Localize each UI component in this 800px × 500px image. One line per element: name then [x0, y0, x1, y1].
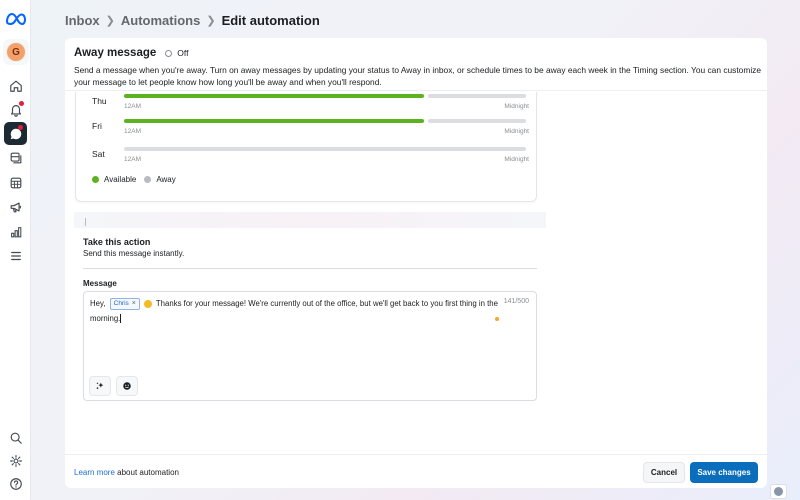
inbox-badge	[18, 125, 23, 130]
save-changes-button[interactable]: Save changes	[690, 462, 758, 483]
availability-bar	[124, 94, 526, 98]
day-label: Fri	[92, 121, 102, 131]
breadcrumb: Inbox ❯ Automations ❯ Edit automation	[65, 11, 320, 29]
sidebar-item-insights[interactable]	[4, 220, 27, 243]
message-text[interactable]: Hey, Chris × Thanks for your message! We…	[90, 297, 498, 326]
home-icon	[9, 80, 22, 92]
sidebar-item-settings[interactable]	[4, 449, 27, 472]
end-time-label: Midnight	[504, 128, 529, 135]
scroll-area[interactable]: Thu 12AM Midnight Fri 12AM Midnight Sat 12AM Mid…	[65, 92, 767, 454]
message-prefix: Hey,	[90, 299, 106, 308]
availability-bar	[124, 147, 526, 151]
cancel-button[interactable]: Cancel	[643, 462, 685, 483]
breadcrumb-current: Edit automation	[221, 12, 320, 28]
language-button[interactable]	[770, 484, 787, 499]
status-dot	[495, 317, 499, 321]
sidebar-item-all-tools[interactable]	[4, 244, 27, 267]
chip-label: Chris	[113, 299, 129, 307]
action-section: Take this action Send this message insta…	[74, 228, 546, 454]
status-label: Off	[177, 48, 189, 58]
character-count: 141/500	[503, 298, 529, 305]
available-segment	[124, 94, 424, 98]
action-title: Take this action	[83, 237, 151, 247]
automation-description: Send a message when you're away. Turn on…	[74, 65, 762, 87]
end-time-label: Midnight	[504, 156, 529, 163]
smiley-emoji-icon	[143, 299, 152, 308]
menu-icon	[10, 251, 21, 260]
text-cursor	[120, 313, 122, 323]
chip-remove-icon[interactable]: ×	[132, 297, 136, 312]
divider	[83, 268, 537, 269]
day-row-sat[interactable]: Sat 12AM Midnight	[76, 147, 538, 171]
start-time-label: 12AM	[124, 156, 141, 163]
away-segment	[427, 94, 526, 98]
available-dot-icon	[92, 176, 99, 183]
legend-label: Available	[104, 175, 137, 184]
sidebar-item-help[interactable]	[4, 472, 27, 495]
search-icon	[10, 432, 22, 444]
bar-chart-icon	[10, 226, 21, 237]
section-spacer	[74, 212, 546, 228]
stacked-pages-icon	[10, 152, 21, 163]
timing-schedule: Thu 12AM Midnight Fri 12AM Midnight Sat 12AM Mid…	[75, 92, 537, 202]
sidebar-item-ads[interactable]	[4, 195, 27, 218]
radio-off-icon	[165, 49, 173, 57]
breadcrumb-automations[interactable]: Automations	[121, 13, 200, 28]
card-header: Away message Off Send a message when you…	[65, 38, 767, 91]
notification-badge	[19, 101, 24, 106]
day-row-thu[interactable]: Thu 12AM Midnight	[76, 94, 538, 118]
away-segment	[124, 147, 526, 151]
away-segment	[427, 119, 526, 123]
emoji-button[interactable]	[116, 376, 138, 396]
status-toggle[interactable]: Off	[165, 48, 188, 58]
day-label: Thu	[92, 96, 107, 106]
day-row-fri[interactable]: Fri 12AM Midnight	[76, 119, 538, 143]
availability-bar	[124, 119, 526, 123]
learn-more-text: Learn more about automation	[74, 468, 179, 477]
learn-more-suffix: about automation	[114, 468, 179, 477]
automation-title: Away message	[74, 47, 157, 59]
chevron-right-icon: ❯	[206, 14, 216, 27]
breadcrumb-inbox[interactable]: Inbox	[65, 13, 100, 28]
away-dot-icon	[144, 176, 152, 183]
start-time-label: 12AM	[124, 103, 141, 110]
sidebar-item-home[interactable]	[4, 74, 27, 97]
card-footer: Learn more about automation Cancel Save …	[65, 454, 767, 488]
action-subtitle: Send this message instantly.	[83, 249, 185, 258]
legend-label: Away	[156, 175, 176, 184]
sidebar: G	[0, 0, 31, 500]
sidebar-item-content[interactable]	[4, 146, 27, 169]
end-time-label: Midnight	[504, 103, 529, 110]
flow-connector	[85, 218, 86, 226]
sidebar-item-notifications[interactable]	[4, 98, 27, 121]
legend-available: Available	[92, 175, 136, 184]
message-label: Message	[83, 279, 117, 288]
emoji-icon	[123, 382, 131, 390]
ai-sparkle-button[interactable]	[89, 376, 111, 396]
megaphone-icon	[10, 201, 21, 212]
avatar[interactable]: G	[6, 42, 26, 62]
schedule-legend: Available Away	[92, 175, 178, 184]
edit-automation-card: Away message Off Send a message when you…	[65, 38, 767, 488]
help-icon	[9, 477, 22, 490]
start-time-label: 12AM	[124, 128, 141, 135]
sidebar-item-inbox[interactable]	[4, 122, 27, 145]
chevron-right-icon: ❯	[105, 14, 115, 27]
message-input[interactable]: Hey, Chris × Thanks for your message! We…	[83, 291, 537, 401]
sidebar-item-search[interactable]	[4, 426, 27, 449]
first-name-chip[interactable]: Chris ×	[109, 297, 140, 312]
gear-icon	[9, 454, 22, 467]
day-label: Sat	[92, 149, 105, 159]
calendar-grid-icon	[10, 177, 21, 188]
sparkle-icon	[96, 382, 104, 390]
globe-icon	[774, 487, 783, 496]
available-segment	[124, 119, 424, 123]
legend-away: Away	[144, 175, 176, 184]
meta-logo-icon[interactable]	[5, 12, 27, 26]
learn-more-link[interactable]: Learn more	[74, 468, 115, 477]
sidebar-item-planner[interactable]	[4, 171, 27, 194]
